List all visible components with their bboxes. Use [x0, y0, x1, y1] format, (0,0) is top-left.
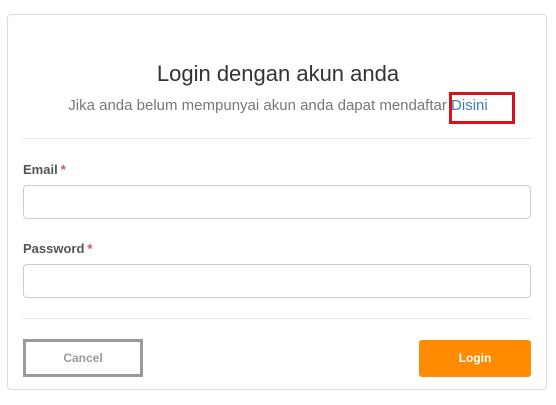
header-divider: [23, 138, 531, 139]
footer-divider: [23, 318, 531, 319]
email-field[interactable]: [23, 185, 531, 219]
password-field[interactable]: [23, 264, 531, 298]
password-required-marker: *: [87, 241, 93, 256]
cancel-button[interactable]: Cancel: [23, 339, 143, 377]
password-label: Password *: [23, 241, 92, 256]
page-title: Login dengan akun anda: [156, 61, 400, 86]
password-label-text: Password: [23, 241, 85, 256]
register-link-highlight: [449, 92, 515, 124]
register-prompt-text: Jika anda belum mempunyai akun anda dapa…: [68, 97, 447, 114]
email-label: Email *: [23, 162, 66, 177]
login-button[interactable]: Login: [419, 340, 531, 377]
email-label-text: Email: [23, 162, 58, 177]
login-card: Login dengan akun anda Jika anda belum m…: [7, 14, 547, 390]
email-required-marker: *: [60, 162, 66, 177]
